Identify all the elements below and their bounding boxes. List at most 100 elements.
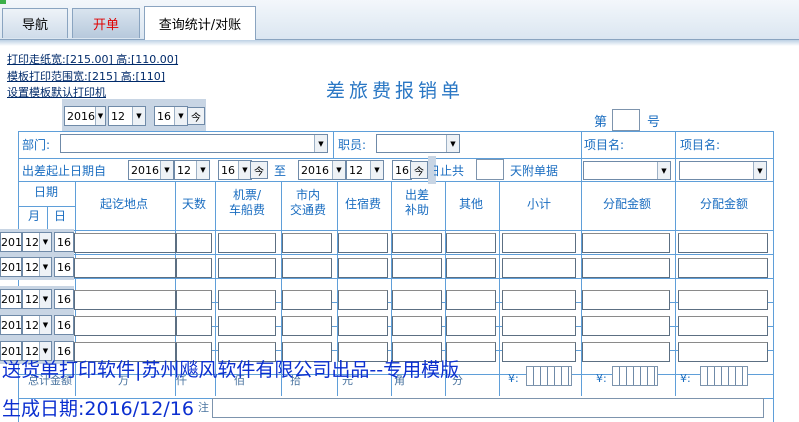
row-day-select[interactable]: 16 (54, 232, 74, 252)
table-cell-input[interactable] (678, 233, 768, 253)
table-cell-input[interactable] (282, 233, 332, 253)
table-cell-input[interactable] (582, 342, 670, 362)
row-year-select[interactable]: 2016 (0, 257, 22, 277)
table-cell-input[interactable] (74, 290, 176, 310)
table-cell-input[interactable] (338, 258, 388, 278)
trip-end-year[interactable]: 2016 ▼ (298, 160, 346, 180)
paper-size-link[interactable]: 打印走纸宽:[215.00] 高:[110.00] (7, 51, 178, 67)
trip-end-day[interactable]: 16 (392, 160, 412, 180)
remark-input[interactable] (212, 398, 764, 418)
status-indicator (0, 0, 6, 4)
table-cell-input[interactable] (446, 316, 496, 336)
select-value: 16 (157, 109, 171, 123)
alloc-amount-box-2[interactable] (700, 366, 748, 386)
row-year-select[interactable]: 2016 (0, 289, 22, 309)
project-select-1[interactable]: ▼ (583, 161, 671, 180)
select-value: 2016 (301, 163, 329, 177)
row-month-select[interactable]: 12 ▼ (22, 232, 52, 252)
default-printer-link[interactable]: 设置模板默认打印机 (7, 84, 106, 100)
remark-label: 注 (198, 401, 209, 414)
table-cell-input[interactable] (74, 233, 176, 253)
header-gradient (0, 40, 799, 46)
watermark-date: 生成日期:2016/12/16 (2, 398, 194, 420)
chevron-down-icon: ▼ (39, 316, 51, 334)
row-month-select[interactable]: 12 ▼ (22, 315, 52, 335)
table-cell-input[interactable] (338, 316, 388, 336)
dept-select[interactable]: ▼ (60, 134, 328, 153)
select-value: 12 (25, 292, 39, 306)
project-select-2[interactable]: ▼ (679, 161, 767, 180)
total-amount-box[interactable] (526, 366, 572, 386)
table-cell-input[interactable] (74, 258, 176, 278)
row-year-select[interactable]: 2016 (0, 315, 22, 335)
trip-start-day[interactable]: 16 ▼ (218, 160, 252, 180)
row-month-select[interactable]: 12 ▼ (22, 289, 52, 309)
year-select[interactable]: 2016 ▼ (64, 106, 106, 126)
alloc-yen-label-2: ¥: (680, 372, 691, 385)
table-cell-input[interactable] (218, 316, 276, 336)
alloc-amount-box-1[interactable] (612, 366, 658, 386)
template-range-link[interactable]: 模板打印范围宽:[215] 高:[110] (7, 68, 165, 84)
chevron-down-icon: ▼ (39, 290, 51, 308)
table-cell-input[interactable] (678, 290, 768, 310)
table-cell-input[interactable] (282, 290, 332, 310)
table-cell-input[interactable] (218, 233, 276, 253)
table-cell-input[interactable] (582, 233, 670, 253)
table-cell-input[interactable] (446, 290, 496, 310)
table-cell-input[interactable] (176, 290, 212, 310)
total-days-input[interactable] (476, 159, 504, 180)
table-cell-input[interactable] (502, 316, 576, 336)
row-month-select[interactable]: 12 ▼ (22, 257, 52, 277)
table-cell-input[interactable] (218, 258, 276, 278)
table-cell-input[interactable] (678, 342, 768, 362)
chevron-down-icon: ▼ (132, 107, 145, 125)
day-select[interactable]: 16 ▼ (154, 106, 188, 126)
chevron-down-icon: ▼ (657, 162, 670, 179)
header-alloc-2: 分配金额 (699, 197, 748, 211)
trip-start-month[interactable]: 12 ▼ (174, 160, 210, 180)
table-cell-input[interactable] (392, 258, 442, 278)
header-route: 起讫地点 (99, 197, 148, 211)
number-input[interactable] (612, 109, 640, 131)
today-button[interactable]: 今 (187, 107, 205, 125)
tab-query-stats[interactable]: 查询统计/对账 (144, 6, 256, 40)
trip-start-year[interactable]: 2016 ▼ (128, 160, 174, 180)
table-cell-input[interactable] (74, 316, 176, 336)
table-cell-input[interactable] (282, 316, 332, 336)
table-cell-input[interactable] (678, 316, 768, 336)
staff-select[interactable]: ▼ (376, 134, 460, 153)
table-cell-input[interactable] (446, 258, 496, 278)
trip-start-today-button[interactable]: 今 (250, 161, 268, 179)
table-cell-input[interactable] (282, 258, 332, 278)
tab-navigation[interactable]: 导航 (2, 8, 68, 38)
chevron-down-icon: ▼ (446, 135, 459, 152)
table-cell-input[interactable] (218, 290, 276, 310)
row-day-select[interactable]: 16 (54, 257, 74, 277)
trip-end-today-button[interactable]: 今 (410, 161, 428, 179)
table-cell-input[interactable] (392, 316, 442, 336)
table-cell-input[interactable] (176, 258, 212, 278)
month-select[interactable]: 12 ▼ (108, 106, 146, 126)
project-label-2: 项目名: (680, 138, 721, 152)
table-cell-input[interactable] (446, 233, 496, 253)
select-value: 2016 (67, 109, 95, 123)
table-cell-input[interactable] (582, 290, 670, 310)
table-cell-input[interactable] (582, 258, 670, 278)
table-cell-input[interactable] (678, 258, 768, 278)
tab-new-order[interactable]: 开单 (72, 8, 140, 38)
table-cell-input[interactable] (502, 290, 576, 310)
table-cell-input[interactable] (176, 316, 212, 336)
row-year-select[interactable]: 2016 (0, 232, 22, 252)
trip-end-month[interactable]: 12 ▼ (346, 160, 384, 180)
row-day-select[interactable]: 16 (54, 289, 74, 309)
table-cell-input[interactable] (392, 290, 442, 310)
table-cell-input[interactable] (176, 233, 212, 253)
table-cell-input[interactable] (502, 342, 576, 362)
table-cell-input[interactable] (392, 233, 442, 253)
row-day-select[interactable]: 16 (54, 315, 74, 335)
table-cell-input[interactable] (502, 258, 576, 278)
table-cell-input[interactable] (582, 316, 670, 336)
table-cell-input[interactable] (338, 233, 388, 253)
table-cell-input[interactable] (502, 233, 576, 253)
table-cell-input[interactable] (338, 290, 388, 310)
